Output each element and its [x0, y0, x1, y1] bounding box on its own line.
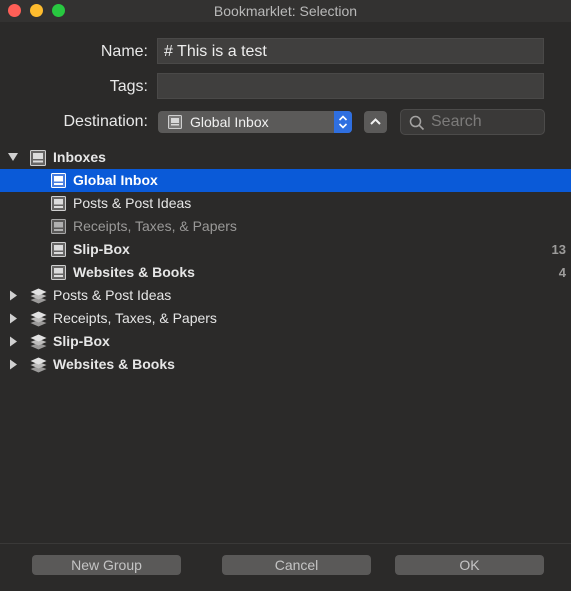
tree-item-posts-database[interactable]: Posts & Post Ideas: [0, 284, 571, 307]
tree-item-receipts-database[interactable]: Receipts, Taxes, & Papers: [0, 307, 571, 330]
new-group-button[interactable]: New Group: [32, 555, 181, 575]
stack-icon: [30, 357, 47, 373]
tags-label: Tags:: [109, 78, 148, 95]
tree-item-receipts-inbox[interactable]: Receipts, Taxes, & Papers: [0, 215, 571, 238]
inbox-icon: [51, 196, 66, 211]
tags-row: Tags:: [0, 73, 571, 101]
tree-item-inboxes[interactable]: Inboxes: [0, 146, 571, 169]
destination-value: Global Inbox: [190, 114, 269, 130]
tree-item-posts-inbox[interactable]: Posts & Post Ideas: [0, 192, 571, 215]
name-label: Name:: [100, 43, 148, 60]
tree-item-label: Inboxes: [53, 149, 106, 165]
tree-item-label: Receipts, Taxes, & Papers: [73, 218, 237, 234]
stack-icon: [30, 311, 47, 327]
tree-item-label: Posts & Post Ideas: [53, 287, 172, 303]
name-row: Name: # This is a test: [0, 38, 571, 66]
unread-count: 13: [551, 242, 566, 257]
tree-item-websites-database[interactable]: Websites & Books: [0, 353, 571, 376]
button-bar: New Group Cancel OK: [0, 543, 571, 591]
triangle-right-icon[interactable]: [6, 330, 20, 353]
triangle-right-icon[interactable]: [6, 284, 20, 307]
name-field[interactable]: # This is a test: [157, 38, 544, 64]
window-title: Bookmarklet: Selection: [213, 3, 358, 19]
inbox-icon: [51, 242, 66, 257]
tree-item-websites-inbox[interactable]: Websites & Books 4: [0, 261, 571, 284]
unread-count: 4: [558, 265, 566, 280]
tree-item-label: Global Inbox: [73, 172, 158, 188]
ok-button[interactable]: OK: [395, 555, 544, 575]
inbox-icon: [30, 150, 46, 166]
chevron-updown-icon: [338, 115, 348, 129]
stack-icon: [30, 288, 47, 304]
popup-stepper[interactable]: [334, 111, 352, 133]
triangle-right-icon[interactable]: [6, 353, 20, 376]
tree-item-label: Slip-Box: [53, 333, 110, 349]
destination-popup[interactable]: Global Inbox: [158, 111, 352, 133]
chevron-up-icon: [370, 118, 381, 125]
inbox-icon: [51, 219, 66, 234]
search-icon: [409, 115, 425, 131]
inbox-icon: [51, 173, 66, 188]
search-placeholder: Search: [431, 113, 482, 130]
parent-group-button[interactable]: [364, 111, 387, 133]
tree-item-label: Receipts, Taxes, & Papers: [53, 310, 217, 326]
tree-item-label: Posts & Post Ideas: [73, 195, 192, 211]
destination-label: Destination:: [63, 113, 149, 130]
tree-item-slipbox-database[interactable]: Slip-Box: [0, 330, 571, 353]
tree-item-label: Slip-Box: [73, 241, 130, 257]
cancel-button[interactable]: Cancel: [222, 555, 371, 575]
tags-field[interactable]: [157, 73, 544, 99]
tree-item-label: Websites & Books: [53, 356, 175, 372]
tree-item-label: Websites & Books: [73, 264, 195, 280]
title-bar: Bookmarklet: Selection: [0, 0, 571, 22]
stack-icon: [30, 334, 47, 350]
tree-item-slipbox-inbox[interactable]: Slip-Box 13: [0, 238, 571, 261]
inbox-icon: [51, 265, 66, 280]
triangle-down-icon[interactable]: [6, 146, 20, 169]
search-input[interactable]: Search: [400, 109, 545, 135]
triangle-right-icon[interactable]: [6, 307, 20, 330]
inbox-icon: [168, 115, 182, 129]
tree-item-global-inbox[interactable]: Global Inbox: [0, 169, 571, 192]
